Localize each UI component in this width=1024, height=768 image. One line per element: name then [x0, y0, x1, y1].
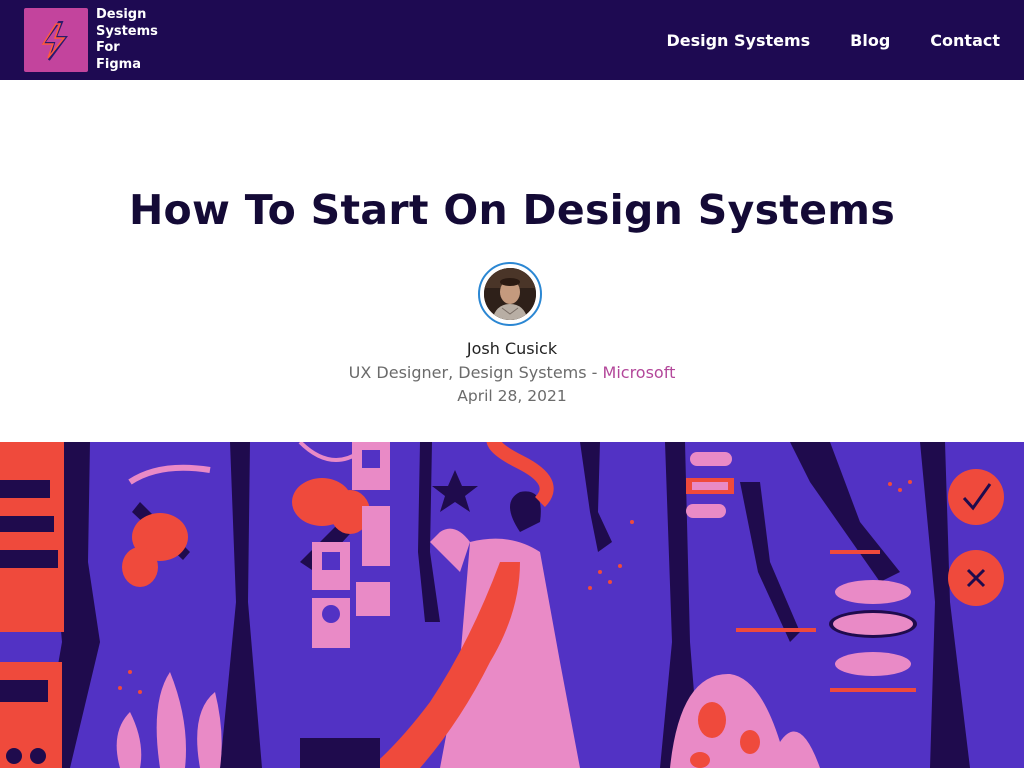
logo-line: Figma — [96, 56, 141, 72]
logo-line: For — [96, 40, 120, 55]
nav-link-contact[interactable]: Contact — [930, 31, 1000, 50]
author-avatar[interactable] — [478, 262, 542, 326]
lightning-bolt-icon — [41, 21, 68, 61]
site-header: Design Systems For Figma Design Systems … — [0, 0, 1024, 80]
author-role: UX Designer, Design Systems - Microsoft — [0, 363, 1024, 382]
hero-illustration — [0, 442, 1024, 768]
main-nav: Design Systems Blog Contact — [666, 0, 1000, 80]
forest-illustration — [0, 442, 1024, 768]
author-name: Josh Cusick — [466, 339, 558, 358]
logo-line: Systems — [96, 23, 158, 39]
logo-line: Design — [96, 7, 147, 22]
nav-link-design-systems[interactable]: Design Systems — [666, 31, 810, 50]
avatar-photo — [484, 268, 536, 320]
check-icon — [948, 469, 1004, 525]
article-title: How To Start On Design Systems — [128, 186, 896, 234]
author-company-link[interactable]: Microsoft — [603, 363, 676, 382]
nav-link-blog[interactable]: Blog — [850, 31, 890, 50]
author-title: UX Designer, Design Systems - — [348, 363, 603, 382]
site-logo-text[interactable]: Design Systems For Figma — [96, 7, 158, 73]
post-date: April 28, 2021 — [457, 387, 567, 405]
site-logo[interactable] — [24, 8, 88, 72]
